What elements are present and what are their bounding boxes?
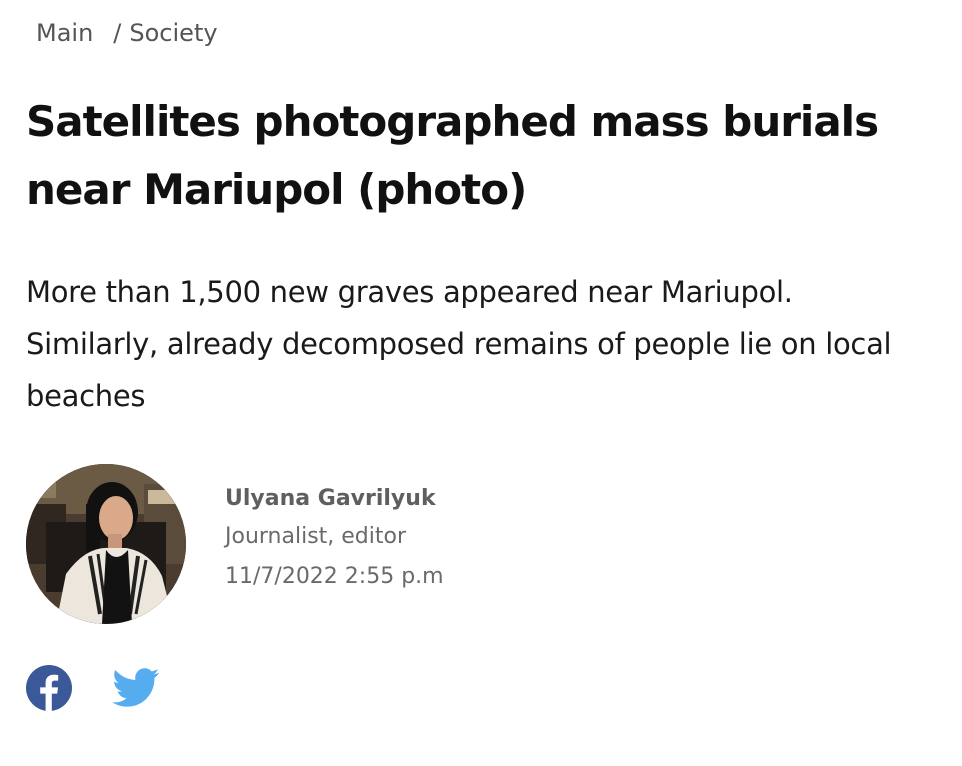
breadcrumb: Main / Society [36, 16, 218, 50]
author-name[interactable]: Ulyana Gavrilyuk [225, 482, 444, 516]
twitter-icon [112, 668, 160, 707]
publish-date: 11/7/2022 2:55 p.m [225, 564, 444, 589]
breadcrumb-item-society[interactable]: Society [129, 19, 217, 47]
author-info: Ulyana Gavrilyuk Journalist, editor 11/7… [225, 482, 444, 596]
breadcrumb-item-main[interactable]: Main [36, 19, 93, 47]
facebook-share-button[interactable] [26, 665, 72, 711]
article-title: Satellites photographed mass burials nea… [26, 97, 879, 214]
author-photo [26, 464, 186, 624]
share-bar [26, 664, 160, 712]
twitter-share-button[interactable] [112, 667, 160, 709]
breadcrumb-separator: / [113, 19, 122, 47]
author-role: Journalist, editor [225, 524, 407, 549]
facebook-icon [26, 665, 72, 711]
author-block: Ulyana Gavrilyuk Journalist, editor 11/7… [26, 464, 726, 624]
article-page: Main / Society Satellites photographed m… [0, 0, 962, 766]
author-avatar[interactable] [26, 464, 186, 624]
article-lead: More than 1,500 new graves appeared near… [26, 275, 892, 413]
